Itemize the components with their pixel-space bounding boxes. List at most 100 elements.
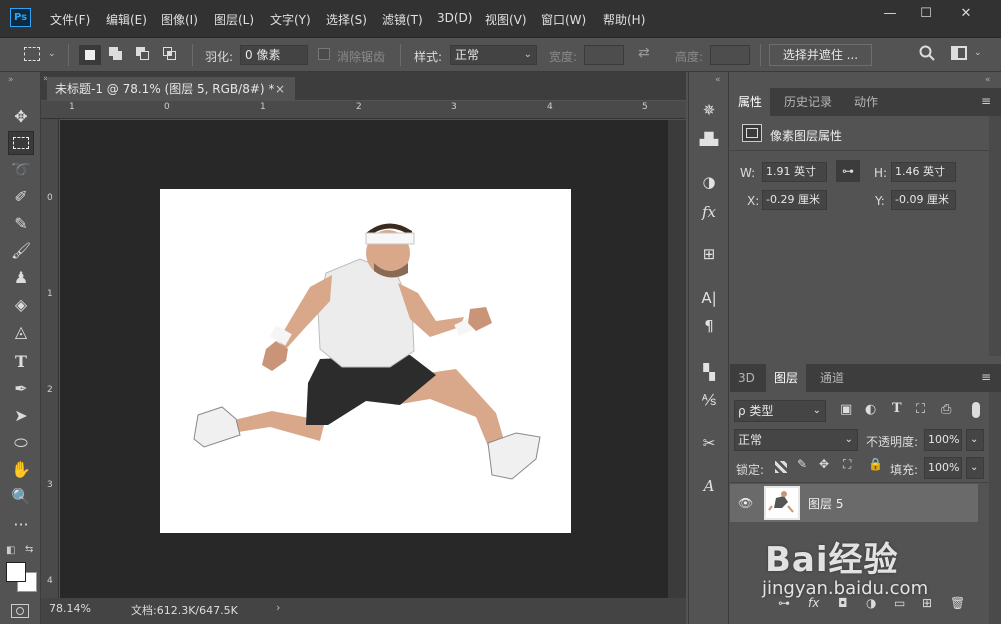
paragraph-icon[interactable]: ¶ [697,314,721,338]
smart-object-filter-icon[interactable]: ⎙ [941,402,951,417]
lasso-tool-icon[interactable]: ➰ [8,158,34,182]
style-select[interactable]: 正常 ⌄ [450,45,537,65]
layer-kind-filter[interactable]: ρ 类型 ⌄ [734,400,826,422]
opacity-dropdown[interactable]: ⌄ [966,429,984,451]
fill-input[interactable]: 100% [924,457,962,479]
quick-mask-icon[interactable] [11,604,29,618]
menu-file[interactable]: 文件(F) [50,11,90,28]
maximize-button[interactable]: ☐ [908,4,944,24]
tab-properties[interactable]: 属性 [730,88,771,116]
chevron-down-icon[interactable]: ⌄ [48,49,56,59]
lock-all-icon[interactable]: 🔒 [868,457,883,471]
add-to-selection-icon[interactable] [109,47,123,61]
panel-menu-icon[interactable]: ≡ [981,94,991,108]
layer-row[interactable]: 👁 图层 5 [730,484,978,522]
default-colors-icon[interactable]: ◧ [6,545,15,556]
close-window-button[interactable]: ✕ [946,4,986,24]
lock-artboard-icon[interactable]: ⛶ [843,457,851,472]
move-tool-icon[interactable]: ✥ [8,105,34,129]
foreground-color-swatch[interactable] [6,562,26,582]
adjustment-filter-icon[interactable]: ◐ [865,402,876,417]
x-value-input[interactable]: -0.29 厘米 [762,190,827,210]
character-styles-icon[interactable]: A [697,474,721,498]
zoom-level[interactable]: 78.14% [49,602,91,615]
swap-width-height-icon[interactable]: ⇄ [638,45,650,61]
brushes-icon[interactable]: ✂ [697,431,721,455]
collapse-icon[interactable]: « [715,75,721,85]
lock-position-icon[interactable]: ✥ [819,457,829,471]
new-selection-icon[interactable] [79,45,101,65]
height-value-input[interactable]: 1.46 英寸 [891,162,956,182]
menu-image[interactable]: 图像(I) [161,11,198,28]
styles-icon[interactable]: fx [697,200,721,224]
eyedropper-tool-icon[interactable]: ✎ [8,212,34,236]
swap-colors-icon[interactable]: ⇆ [25,544,33,555]
eraser-tool-icon[interactable]: ◈ [8,293,34,317]
close-tab-icon[interactable]: × [275,77,285,101]
magic-wand-tool-icon[interactable]: ✐ [8,185,34,209]
navigator-icon[interactable]: ✵ [697,98,721,122]
swatches-icon[interactable]: ▚ [697,360,721,384]
image-filter-icon[interactable]: ▣ [840,402,852,417]
width-input[interactable] [584,45,624,65]
character-icon[interactable]: A| [697,286,721,310]
filter-toggle-icon[interactable] [972,402,980,418]
type-filter-icon[interactable]: T [892,401,902,416]
layers-scrollbar[interactable] [989,392,1001,624]
path-selection-tool-icon[interactable]: ➤ [8,404,34,428]
shape-filter-icon[interactable]: ⛶ [916,402,925,417]
menu-type[interactable]: 文字(Y) [270,11,311,28]
select-and-mask-button[interactable]: 选择并遮住 ... [769,44,872,66]
feather-input[interactable]: 0 像素 [240,45,308,65]
menu-view[interactable]: 视图(V) [485,11,527,28]
adjustments-icon[interactable]: ◑ [697,170,721,194]
lock-transparent-icon[interactable] [775,461,787,473]
paragraph-styles-icon[interactable]: ⊞ [697,242,721,266]
more-tools-icon[interactable]: ··· [8,513,34,537]
menu-window[interactable]: 窗口(W) [541,11,586,28]
blend-mode-select[interactable]: 正常 ⌄ [734,429,858,451]
glyphs-icon[interactable]: ⅍ [697,388,721,412]
properties-scrollbar[interactable] [989,116,1001,356]
tab-layers[interactable]: 图层 [766,364,807,392]
histogram-icon[interactable]: ▟▙ [697,127,721,151]
collapse-icon[interactable]: » [8,75,14,85]
chevron-right-icon[interactable]: › [276,601,280,614]
pen-tool-icon[interactable]: ✒ [8,377,34,401]
lock-pixels-icon[interactable]: ✎ [797,457,807,471]
brush-tool-icon[interactable]: 🖌 [8,239,34,263]
intersect-selection-icon[interactable] [163,47,177,61]
height-input[interactable] [710,45,750,65]
rectangular-marquee-tool-icon[interactable] [8,131,34,155]
menu-layer[interactable]: 图层(L) [214,11,254,28]
zoom-tool-icon[interactable]: 🔍 [8,485,34,509]
menu-select[interactable]: 选择(S) [326,11,367,28]
tab-history[interactable]: 历史记录 [776,88,840,116]
menu-edit[interactable]: 编辑(E) [106,11,147,28]
layer-name[interactable]: 图层 5 [808,495,843,512]
menu-help[interactable]: 帮助(H) [603,11,645,28]
antialias-checkbox[interactable] [318,48,330,60]
clone-stamp-tool-icon[interactable]: ♟ [8,266,34,290]
collapse-icon[interactable]: « [985,75,991,85]
document-tab[interactable]: 未标题-1 @ 78.1% (图层 5, RGB/8#) * × [47,77,295,101]
tab-actions[interactable]: 动作 [846,88,886,116]
link-icon[interactable]: ⊶ [836,160,860,182]
paint-bucket-tool-icon[interactable]: ◬ [8,320,34,344]
menu-3d[interactable]: 3D(D) [437,11,472,25]
menu-filter[interactable]: 滤镜(T) [382,11,423,28]
width-value-input[interactable]: 1.91 英寸 [762,162,827,182]
search-icon[interactable] [918,44,936,62]
document-canvas[interactable] [160,189,571,533]
tab-channels[interactable]: 通道 [812,364,852,392]
type-tool-icon[interactable]: T [8,350,34,374]
hand-tool-icon[interactable]: ✋ [8,458,34,482]
subtract-from-selection-icon[interactable] [136,47,150,61]
panel-menu-icon[interactable]: ≡ [981,370,991,384]
delete-layer-icon[interactable]: 🗑 [950,596,965,610]
visibility-eye-icon[interactable]: 👁 [738,496,753,510]
marquee-tool-preset-icon[interactable] [24,47,40,61]
fill-dropdown[interactable]: ⌄ [966,457,984,479]
vertical-scrollbar[interactable] [668,120,686,598]
y-value-input[interactable]: -0.09 厘米 [891,190,956,210]
